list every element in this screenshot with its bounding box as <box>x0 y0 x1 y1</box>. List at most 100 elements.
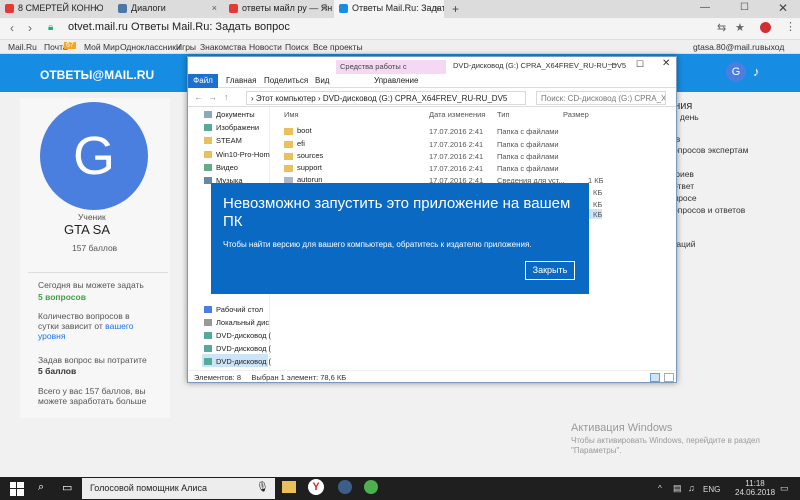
portal-link[interactable]: Мой Мир <box>84 42 120 52</box>
nav-item[interactable]: Видео <box>216 163 238 172</box>
back-icon[interactable]: ← <box>194 92 203 102</box>
file-row[interactable]: efi <box>284 139 305 148</box>
drive-icon <box>204 319 212 326</box>
file-size: КБ <box>593 200 603 209</box>
steam-icon[interactable] <box>338 480 352 494</box>
assistant-search-box[interactable]: Голосовой помощник Алиса 🎙︎ <box>82 478 275 499</box>
column-header-date[interactable]: Дата изменения <box>429 110 485 119</box>
maximize-icon[interactable]: ☐ <box>636 59 644 70</box>
file-row[interactable]: support <box>284 163 322 172</box>
yandex-icon <box>229 4 238 13</box>
portal-link[interactable]: Одноклассники <box>120 42 181 52</box>
file-explorer-taskbar-icon[interactable] <box>282 481 296 493</box>
divider <box>28 272 168 273</box>
column-header-name[interactable]: Имя <box>284 110 299 119</box>
tiles-view-icon[interactable] <box>664 373 674 382</box>
clock[interactable]: 11:18 24.06.2018 <box>735 479 775 497</box>
close-window-icon[interactable]: ✕ <box>778 1 788 15</box>
nav-item[interactable]: Win10-Pro-Hom <box>216 150 270 159</box>
portal-link[interactable]: Игры <box>176 42 196 52</box>
user-email[interactable]: gtasa.80@mail.ru <box>693 42 760 52</box>
browser-tab-strip: 8 СМЕРТЕЙ КОННОРА КАК × Диалоги × ответы… <box>0 0 800 18</box>
portal-link[interactable]: Все проекты <box>313 42 363 52</box>
bell-icon[interactable]: ♪ <box>753 64 760 79</box>
new-tab-icon[interactable]: + <box>452 2 459 16</box>
column-header-size[interactable]: Размер <box>563 110 589 119</box>
activation-watermark-title: Активация Windows <box>571 422 673 434</box>
ribbon-tab-manage[interactable]: Управление <box>374 76 418 85</box>
ribbon-tab-share[interactable]: Поделиться <box>264 76 308 85</box>
tab-label: 8 СМЕРТЕЙ КОННОРА КАК <box>18 3 103 13</box>
file-date: 17.07.2016 2:41 <box>429 164 484 173</box>
browser-tab[interactable]: Диалоги × <box>113 0 221 18</box>
logout-link[interactable]: выход <box>760 42 784 52</box>
back-icon[interactable]: ‹ <box>10 21 14 35</box>
star-icon[interactable]: ★ <box>735 21 745 34</box>
close-icon[interactable]: × <box>94 3 99 13</box>
file-row[interactable]: boot <box>284 126 312 135</box>
forward-icon[interactable]: → <box>208 92 217 102</box>
close-icon[interactable]: × <box>435 3 440 13</box>
close-icon[interactable]: ✕ <box>662 58 670 69</box>
nav-item[interactable]: STEAM <box>216 136 242 145</box>
translate-icon[interactable]: ⇆ <box>717 21 726 34</box>
windows-start-icon[interactable] <box>10 482 24 496</box>
ribbon-tab-file[interactable]: Файл <box>188 74 218 88</box>
notifications-icon[interactable]: ▭ <box>780 483 789 494</box>
forward-icon[interactable]: › <box>28 21 32 35</box>
network-icon[interactable]: ▤ <box>673 483 682 494</box>
nav-item[interactable]: DVD-дисковод ( <box>216 357 271 366</box>
nav-item[interactable]: DVD-дисковод ( <box>216 331 271 340</box>
header-avatar[interactable]: G <box>726 62 746 82</box>
dialog-title: Невозможно запустить это приложение на в… <box>223 195 571 230</box>
portal-link[interactable]: Mail.Ru <box>8 42 37 52</box>
volume-icon[interactable]: ♫ <box>688 483 695 493</box>
extension-icon[interactable] <box>760 22 771 33</box>
ribbon-tab-view[interactable]: Вид <box>315 76 329 85</box>
up-icon[interactable]: ↑ <box>224 92 229 102</box>
portal-link[interactable]: Поиск <box>285 42 309 52</box>
ribbon-tab-home[interactable]: Главная <box>226 76 256 85</box>
assistant-search-text: Голосовой помощник Алиса <box>90 483 207 493</box>
url-field[interactable]: otvet.mail.ru Ответы Mail.Ru: Задать воп… <box>68 21 290 33</box>
error-dialog: Невозможно запустить это приложение на в… <box>211 183 589 294</box>
menu-icon[interactable]: ⋮ <box>785 20 796 33</box>
file-row[interactable]: sources <box>284 151 323 160</box>
folder-icon <box>284 140 293 148</box>
avatar: G <box>40 102 148 210</box>
maximize-window-icon[interactable]: ☐ <box>740 2 749 13</box>
browser-tab[interactable]: 8 СМЕРТЕЙ КОННОРА КАК × <box>0 0 103 18</box>
browser-tab[interactable]: ответы майл ру — Яндекс × <box>224 0 332 18</box>
portal-link[interactable]: Новости <box>249 42 282 52</box>
dvd-drive-icon <box>204 345 212 352</box>
site-logo[interactable]: ОТВЕТЫ@MAIL.RU <box>40 68 154 82</box>
nav-item[interactable]: Рабочий стол <box>216 305 263 314</box>
search-icon[interactable]: ⌕ <box>38 481 44 494</box>
close-icon[interactable]: × <box>212 3 217 13</box>
minimize-icon[interactable]: — <box>608 59 617 69</box>
nav-item[interactable]: DVD-дисковод ( <box>216 344 271 353</box>
tray-chevron-icon[interactable]: ^ <box>658 484 662 493</box>
portal-link[interactable]: Знакомства <box>200 42 246 52</box>
file-size: КБ <box>593 188 603 197</box>
path-field[interactable]: › Этот компьютер › DVD-дисковод (G:) CPR… <box>246 91 526 105</box>
microphone-icon[interactable]: 🎙︎ <box>256 482 269 493</box>
language-indicator[interactable]: ENG <box>703 485 720 494</box>
nav-item[interactable]: Документы <box>216 110 255 119</box>
utorrent-icon[interactable] <box>364 480 378 494</box>
nav-item[interactable]: Локальный дис <box>216 318 269 327</box>
vk-icon <box>118 4 127 13</box>
mailru-icon <box>339 4 348 13</box>
nav-item[interactable]: Изображени <box>216 123 259 132</box>
minimize-window-icon[interactable]: — <box>700 2 710 13</box>
file-date: 17.07.2016 2:41 <box>429 127 484 136</box>
search-input[interactable]: Поиск: CD-дисковод (G:) CPRA_X64... <box>536 91 666 105</box>
details-view-icon[interactable] <box>650 373 660 382</box>
yandex-browser-icon[interactable]: Y <box>308 479 324 495</box>
close-button[interactable]: Закрыть <box>525 261 575 280</box>
browser-tab-active[interactable]: Ответы Mail.Ru: Задать в × <box>334 0 444 18</box>
task-view-icon[interactable]: ▭ <box>62 481 72 494</box>
tab-label: Ответы Mail.Ru: Задать в <box>352 3 444 13</box>
column-header-type[interactable]: Тип <box>497 110 510 119</box>
close-icon[interactable]: × <box>323 3 328 13</box>
